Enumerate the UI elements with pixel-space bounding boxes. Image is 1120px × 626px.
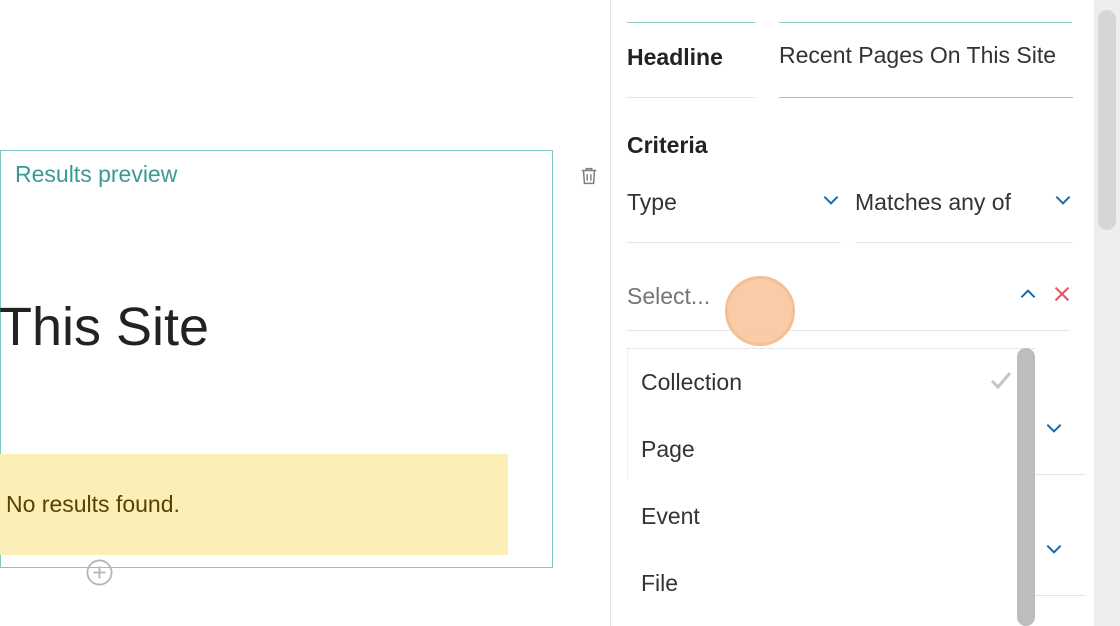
criteria-operator-label: Matches any of xyxy=(855,189,1011,216)
window-vertical-scrollbar[interactable] xyxy=(1094,0,1120,626)
chevron-down-icon[interactable] xyxy=(1044,420,1064,441)
cursor-highlight xyxy=(725,276,795,346)
chevron-down-icon[interactable] xyxy=(1044,541,1064,562)
criteria-value-select[interactable] xyxy=(627,283,1069,331)
scrollbar-thumb[interactable] xyxy=(1098,10,1116,230)
criteria-operator-select[interactable]: Matches any of xyxy=(855,189,1073,243)
add-circle-icon[interactable] xyxy=(85,558,114,592)
dropdown-item-collection[interactable]: Collection xyxy=(627,349,1035,416)
chevron-down-icon xyxy=(821,192,841,213)
divider xyxy=(627,350,628,480)
divider xyxy=(1035,474,1085,475)
dropdown-item-label: File xyxy=(641,570,678,597)
close-icon[interactable] xyxy=(1051,283,1073,310)
dropdown-scrollbar[interactable] xyxy=(1017,348,1035,626)
headline-label: Headline xyxy=(627,46,723,69)
preview-heading: This Site xyxy=(0,296,552,388)
chevron-up-icon[interactable] xyxy=(1018,286,1038,307)
check-icon xyxy=(989,369,1013,396)
divider xyxy=(1035,595,1085,596)
criteria-field-label: Type xyxy=(627,189,677,216)
dropdown-item-file[interactable]: File xyxy=(627,550,1035,617)
results-preview-title: Results preview xyxy=(15,161,177,188)
no-results-banner: No results found. xyxy=(0,454,508,555)
dropdown-item-label: Collection xyxy=(641,369,742,396)
dropdown-item-label: Page xyxy=(641,436,695,463)
dropdown-item-page[interactable]: Page xyxy=(627,416,1035,483)
headline-input[interactable] xyxy=(779,42,1073,69)
headline-value-cell[interactable] xyxy=(779,19,1073,98)
criteria-value-dropdown: Collection Page Event File xyxy=(627,348,1035,617)
trash-icon[interactable] xyxy=(578,165,600,192)
dropdown-item-event[interactable]: Event xyxy=(627,483,1035,550)
criteria-field-select[interactable]: Type xyxy=(627,189,841,243)
dropdown-item-label: Event xyxy=(641,503,700,530)
headline-label-cell: Headline xyxy=(627,46,755,98)
criteria-heading: Criteria xyxy=(611,112,1085,189)
chevron-down-icon xyxy=(1053,192,1073,213)
no-results-text: No results found. xyxy=(6,491,180,518)
